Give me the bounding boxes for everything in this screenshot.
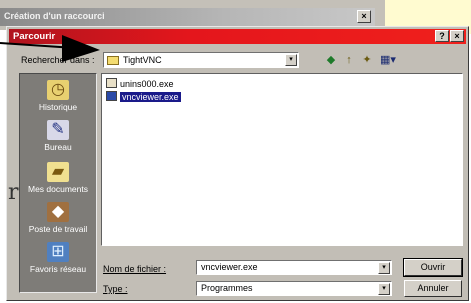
look-in-dropdown[interactable]: TightVNC ▾ — [103, 52, 299, 68]
filename-value: vncviewer.exe — [201, 262, 258, 272]
place-label: Mes documents — [28, 184, 88, 194]
place-label: Poste de travail — [28, 224, 88, 234]
history-icon: ◷ — [47, 80, 69, 100]
place-my-documents[interactable]: ▰ Mes documents — [20, 162, 96, 194]
computer-icon: ◆ — [47, 202, 69, 222]
place-network[interactable]: ⊞ Favoris réseau — [20, 242, 96, 274]
view-menu-icon[interactable]: ▦▾ — [378, 53, 398, 67]
folder-icon — [107, 56, 119, 65]
places-bar: ◷ Historique ✎ Bureau ▰ Mes documents ◆ … — [19, 73, 97, 293]
cancel-button[interactable]: Annuler — [404, 280, 462, 297]
filename-input[interactable]: vncviewer.exe ▾ — [196, 260, 392, 275]
dialog-title: Parcourir — [13, 31, 56, 42]
dialog-titlebar: Parcourir ? × — [9, 29, 466, 44]
documents-icon: ▰ — [47, 162, 69, 182]
exe-file-icon — [106, 91, 117, 101]
look-in-value: TightVNC — [123, 55, 162, 65]
exe-file-icon — [106, 78, 117, 88]
file-type-value: Programmes — [201, 283, 253, 293]
network-icon: ⊞ — [47, 242, 69, 262]
help-button[interactable]: ? — [435, 30, 449, 42]
file-name: unins000.exe — [120, 79, 174, 89]
look-in-label: Rechercher dans : — [21, 55, 95, 65]
file-name: vncviewer.exe — [120, 92, 181, 102]
outer-titlebar: Création d'un raccourci × — [0, 8, 375, 26]
desktop-icon: ✎ — [47, 120, 69, 140]
place-label: Favoris réseau — [29, 264, 87, 274]
filename-label: Nom de fichier : — [103, 264, 167, 274]
close-button[interactable]: × — [450, 30, 464, 42]
outer-close-button[interactable]: × — [357, 10, 371, 23]
annotation-text: r — [8, 180, 19, 205]
chevron-down-icon[interactable]: ▾ — [378, 262, 390, 274]
up-folder-icon[interactable]: ↑ — [342, 53, 356, 67]
list-item[interactable]: unins000.exe — [106, 78, 174, 90]
file-type-label: Type : — [103, 284, 128, 294]
place-my-computer[interactable]: ◆ Poste de travail — [20, 202, 96, 234]
place-label: Historique — [38, 102, 78, 112]
list-item-selected[interactable]: vncviewer.exe — [106, 91, 181, 103]
new-folder-icon[interactable]: ✦ — [360, 53, 374, 67]
browse-dialog: Parcourir ? × Rechercher dans : TightVNC… — [6, 26, 469, 301]
place-desktop[interactable]: ✎ Bureau — [20, 120, 96, 152]
chevron-down-icon[interactable]: ▾ — [285, 54, 297, 66]
file-type-select[interactable]: Programmes ▾ — [196, 281, 392, 296]
open-button[interactable]: Ouvrir — [403, 258, 463, 277]
back-icon[interactable]: ◆ — [324, 53, 338, 67]
file-list[interactable]: unins000.exe vncviewer.exe — [101, 73, 463, 246]
place-history[interactable]: ◷ Historique — [20, 80, 96, 112]
place-label: Bureau — [44, 142, 72, 152]
outer-window-title: Création d'un raccourci — [4, 11, 105, 21]
chevron-down-icon[interactable]: ▾ — [378, 283, 390, 295]
